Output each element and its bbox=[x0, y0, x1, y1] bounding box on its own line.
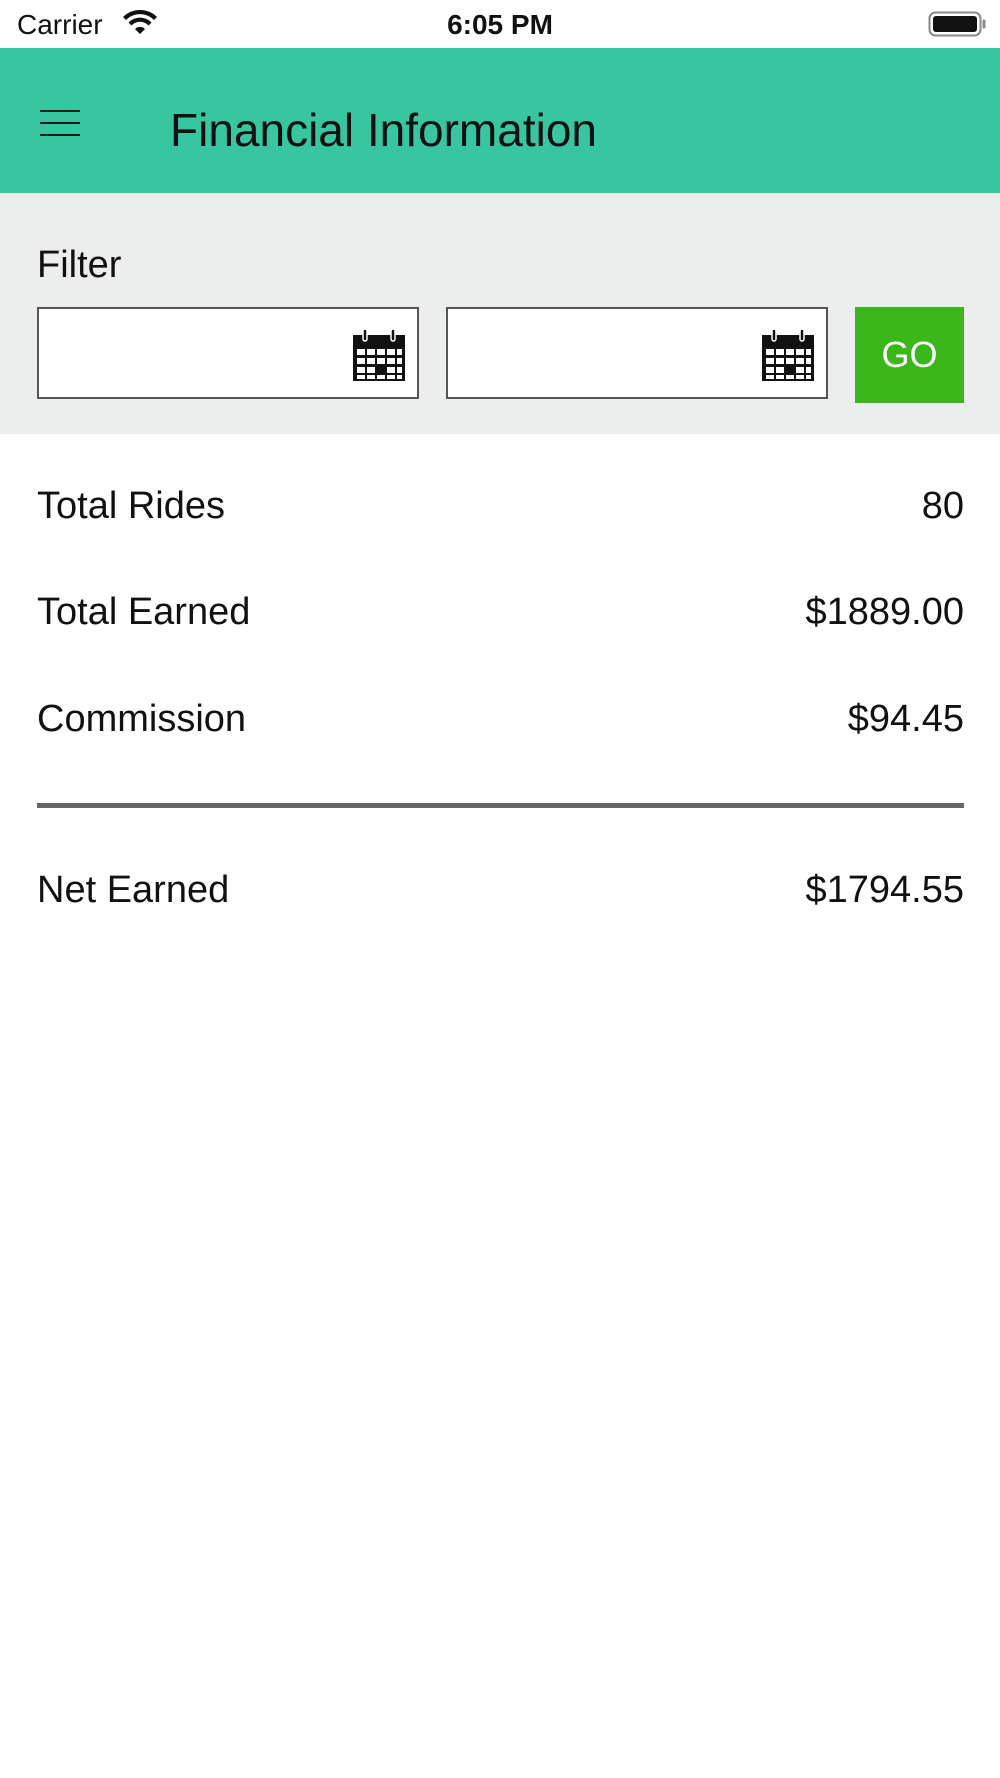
status-bar: Carrier 6:05 PM bbox=[0, 0, 1000, 48]
filter-panel: Filter GO bbox=[0, 193, 1000, 434]
net-earned-value: $1794.55 bbox=[805, 869, 965, 911]
commission-label: Commission bbox=[37, 698, 247, 740]
page-title: Financial Information bbox=[170, 104, 597, 156]
total-earned-label: Total Earned bbox=[37, 591, 251, 633]
total-earned-row: Total Earned $1889.00 bbox=[37, 582, 964, 642]
hamburger-menu-icon[interactable] bbox=[30, 100, 92, 146]
to-date-input[interactable] bbox=[448, 309, 748, 397]
total-rides-row: Total Rides 80 bbox=[37, 476, 964, 536]
battery-icon bbox=[928, 11, 986, 37]
total-earned-value: $1889.00 bbox=[805, 591, 965, 633]
filter-label: Filter bbox=[37, 244, 122, 286]
calendar-icon[interactable] bbox=[351, 327, 407, 383]
commission-value: $94.45 bbox=[847, 698, 964, 740]
clock-time: 6:05 PM bbox=[447, 9, 553, 40]
from-date-field[interactable] bbox=[37, 307, 419, 399]
calendar-icon[interactable] bbox=[760, 327, 816, 383]
net-earned-label: Net Earned bbox=[37, 869, 230, 911]
go-button[interactable]: GO bbox=[855, 307, 964, 403]
summary-divider bbox=[37, 803, 964, 808]
total-rides-label: Total Rides bbox=[37, 485, 225, 527]
from-date-input[interactable] bbox=[39, 309, 339, 397]
commission-row: Commission $94.45 bbox=[37, 689, 964, 749]
to-date-field[interactable] bbox=[446, 307, 828, 399]
app-header: Financial Information bbox=[0, 48, 1000, 193]
total-rides-value: 80 bbox=[921, 485, 964, 527]
net-earned-row: Net Earned $1794.55 bbox=[37, 860, 964, 920]
